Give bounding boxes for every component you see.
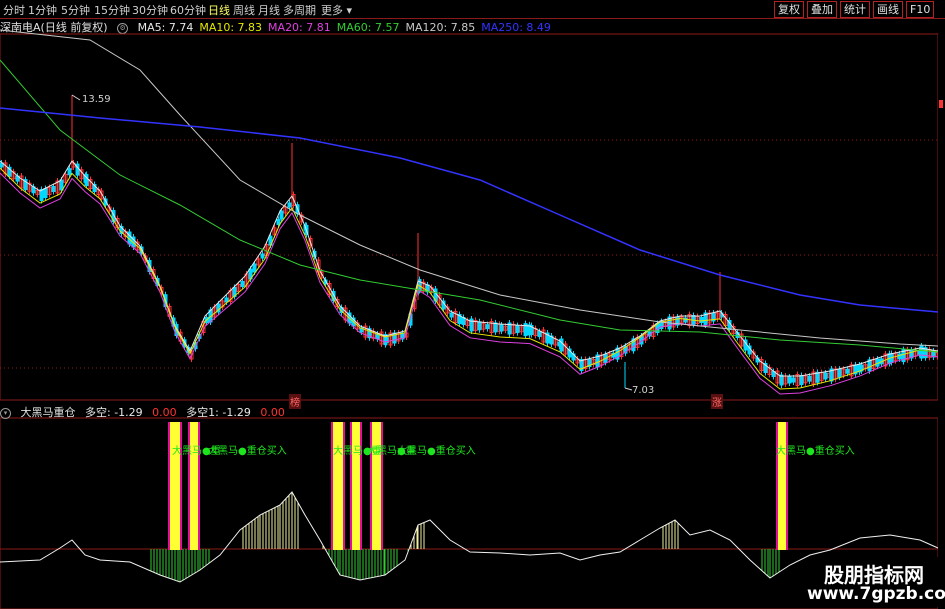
ma60-line (0, 59, 939, 353)
candle-body-203 (787, 376, 792, 384)
candle-body-208 (807, 375, 812, 382)
candle-body-204 (791, 377, 796, 383)
candle-body-117 (449, 312, 454, 318)
candle-body-140 (537, 331, 542, 337)
candle-body-216 (837, 368, 842, 378)
candle-body-67 (260, 253, 265, 259)
signal-text-2: 大黑马●重仓买入 (208, 446, 287, 457)
ma5-line (0, 160, 939, 377)
candle-body-72 (279, 210, 284, 220)
low-price-pointer (624, 387, 633, 391)
duokong-line (0, 491, 939, 583)
tag-bang: 榜 (289, 394, 301, 409)
candle-body-74 (287, 202, 292, 208)
kline-chart[interactable] (0, 0, 945, 609)
candle-body-13 (51, 186, 56, 192)
duokong1-ref: 0.00 (260, 406, 285, 419)
high-price-label: 13.59 (82, 94, 111, 105)
candle-body-62 (240, 281, 245, 287)
watermark-logo: 股朋指标网 www.7gpzb.com (807, 557, 945, 607)
candle-body-124 (477, 321, 482, 331)
duokong-label: 多空: -1.29 (85, 406, 143, 419)
candle-body-210 (815, 371, 820, 383)
candle-body-58 (224, 297, 229, 303)
watermark-url: www.7gpzb.com (807, 584, 945, 604)
chevron-down-icon[interactable]: ▾ (0, 407, 11, 419)
ma10-line (0, 167, 939, 390)
candle-body-126 (485, 324, 490, 330)
candle-body-11 (43, 188, 48, 198)
ma20-line (0, 172, 939, 395)
candle-body-181 (699, 317, 704, 323)
candle-body-232 (897, 353, 902, 360)
indicator-name: 大黑马重仓 (20, 406, 76, 419)
duokong-ref: 0.00 (152, 406, 177, 419)
candle-body-206 (799, 375, 804, 385)
candle-body-15 (59, 179, 64, 191)
candle-body-65 (252, 263, 257, 273)
price-axis-marker (939, 100, 943, 108)
main-panel-frame (0, 33, 939, 401)
candle-body-212 (823, 372, 828, 380)
signal-text-5: 大黑马●重仓买入 (397, 446, 476, 457)
high-price-pointer (71, 94, 81, 101)
candle-body-134 (515, 325, 520, 334)
candle-body-130 (499, 324, 504, 332)
signal-text-6: 大黑马●重仓买入 (776, 446, 855, 457)
tag-zhang: 涨 (711, 394, 723, 409)
low-price-label: 7.03 (632, 385, 655, 396)
candle-body-128 (493, 322, 498, 333)
ma250-line (0, 107, 939, 313)
right-axis-strip (938, 34, 945, 609)
duokong1-label: 多空1: -1.29 (186, 406, 251, 419)
candle-body-17 (67, 168, 72, 176)
indicator-legend: ▾ 大黑马重仓 多空: -1.29 0.00 多空1: -1.29 0.00 (0, 404, 291, 419)
candle-body-218 (845, 368, 850, 374)
